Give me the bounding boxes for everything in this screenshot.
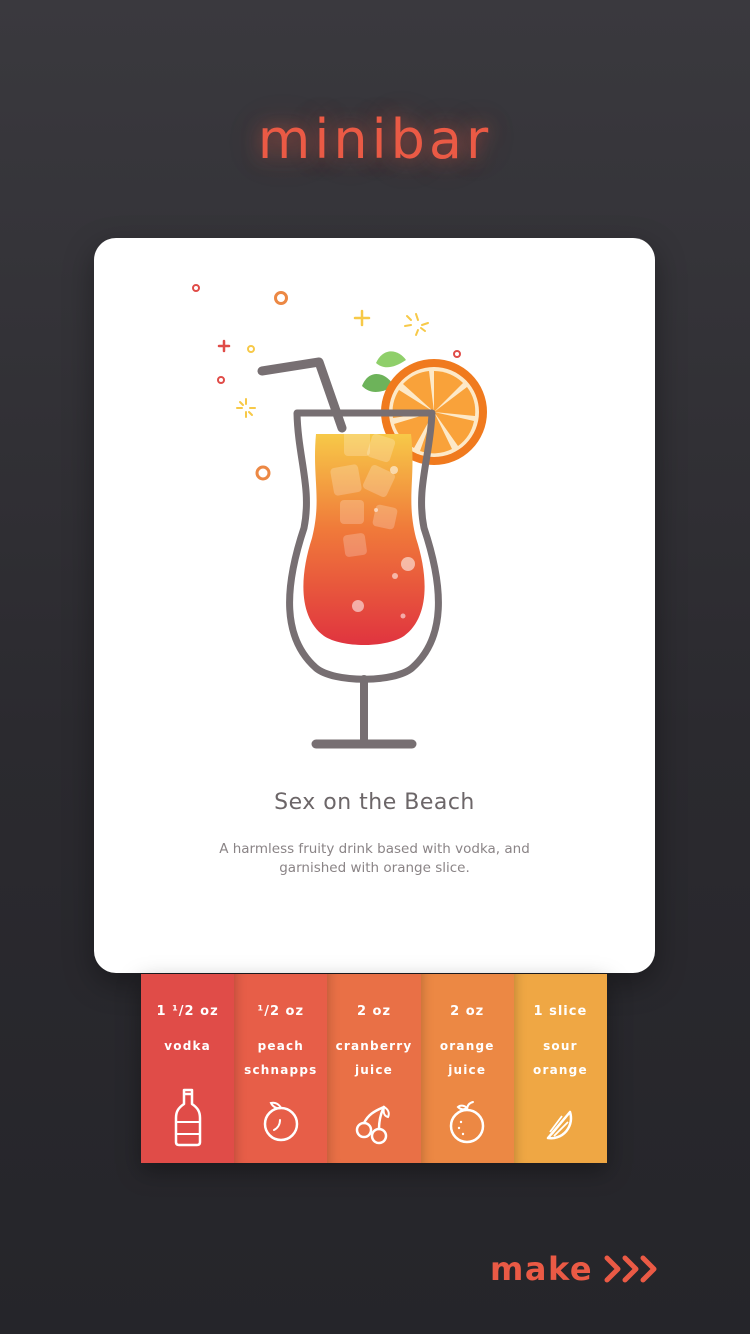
drink-title: Sex on the Beach xyxy=(274,790,475,815)
ingredient-amount: 1 slice xyxy=(533,1004,588,1019)
ingredient-card-sour-orange[interactable]: 1 slice sour orange xyxy=(513,974,608,1163)
ingredient-card-orange-juice[interactable]: 2 oz orange juice xyxy=(420,974,514,1163)
ingredient-card-cranberry-juice[interactable]: 2 oz cranberry juice xyxy=(327,974,421,1163)
ingredient-name: orange juice xyxy=(439,1039,495,1077)
make-button[interactable]: make xyxy=(490,1246,661,1292)
ingredient-card-vodka[interactable]: 1 ¹/2 oz vodka xyxy=(141,974,235,1163)
ingredient-amount: 1 ¹/2 oz xyxy=(156,1004,219,1019)
ingredient-card-peach-schnapps[interactable]: ¹/2 oz peach schnapps xyxy=(234,974,328,1163)
ingredient-name: sour orange xyxy=(533,1039,588,1077)
orange-icon xyxy=(449,1101,485,1144)
ingredient-name: peach schnapps xyxy=(244,1039,318,1077)
bottle-icon xyxy=(174,1088,201,1147)
ingredient-strip: 1 ¹/2 oz vodka ¹/2 oz peach schnapps 2 o… xyxy=(141,974,608,1163)
drink-description: A harmless fruity drink based with vodka… xyxy=(219,841,530,876)
orange-slice-icon xyxy=(547,1110,573,1140)
ingredient-name: cranberry juice xyxy=(335,1039,413,1077)
app-logo: minibar xyxy=(257,108,493,171)
ingredient-amount: 2 oz xyxy=(450,1004,485,1019)
triple-chevron-right-icon xyxy=(604,1255,657,1283)
ingredient-name: vodka xyxy=(164,1039,211,1053)
drink-card[interactable]: Sex on the Beach A harmless fruity drink… xyxy=(94,238,655,973)
ingredient-amount: ¹/2 oz xyxy=(257,1004,305,1019)
ingredient-amount: 2 oz xyxy=(356,1004,392,1019)
make-label: make xyxy=(490,1250,594,1288)
peach-icon xyxy=(263,1101,299,1142)
cocktail-illustration xyxy=(192,284,487,749)
cherries-icon xyxy=(355,1105,390,1145)
